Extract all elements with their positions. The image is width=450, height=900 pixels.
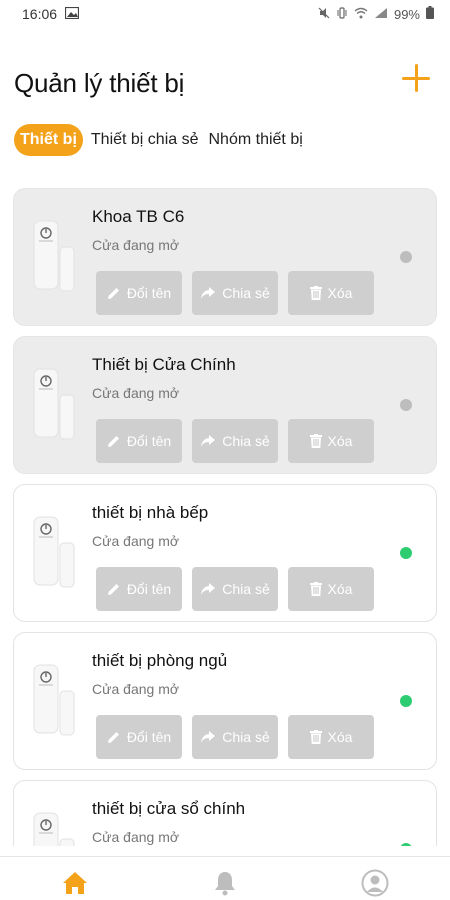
- delete-button[interactable]: Xóa: [288, 715, 374, 759]
- share-button[interactable]: Chia sẻ: [192, 419, 278, 463]
- delete-label: Xóa: [327, 285, 353, 301]
- battery-level: 99%: [393, 6, 420, 22]
- device-status: Cửa đang mở: [92, 829, 180, 845]
- bell-icon: [215, 872, 235, 896]
- device-name: thiết bị cửa sổ chính: [92, 799, 246, 818]
- share-icon: [200, 582, 216, 596]
- vibrate-icon: [336, 6, 348, 22]
- device-name: thiết bị nhà bếp: [92, 503, 209, 522]
- pencil-icon: [107, 730, 121, 744]
- image-icon: [64, 6, 80, 22]
- share-label: Chia sẻ: [222, 433, 270, 449]
- door-sensor-image: [26, 513, 84, 593]
- device-actions: Đổi tên Chia sẻ Xóa: [96, 567, 374, 611]
- share-button[interactable]: Chia sẻ: [192, 715, 278, 759]
- device-actions: Đổi tên Chia sẻ Xóa: [96, 715, 374, 759]
- device-card[interactable]: Khoa TB C6 Cửa đang mở Đổi tên Chia sẻ Xóa: [13, 188, 437, 326]
- rename-button[interactable]: Đổi tên: [96, 271, 182, 315]
- connection-status-dot: [400, 547, 412, 559]
- delete-label: Xóa: [327, 729, 353, 745]
- nav-home[interactable]: [60, 869, 90, 897]
- signal-icon: [374, 7, 388, 22]
- share-label: Chia sẻ: [222, 285, 270, 301]
- tab-shared-devices[interactable]: Thiết bị chia sẻ: [89, 125, 201, 155]
- share-button[interactable]: Chia sẻ: [192, 271, 278, 315]
- device-status: Cửa đang mở: [92, 533, 180, 549]
- delete-button[interactable]: Xóa: [288, 567, 374, 611]
- rename-label: Đổi tên: [126, 581, 172, 597]
- delete-label: Xóa: [327, 581, 353, 597]
- rename-label: Đổi tên: [126, 433, 172, 449]
- device-tabs: Thiết bị Thiết bị chia sẻ Nhóm thiết bị: [14, 124, 305, 156]
- status-time: 16:06: [22, 6, 58, 22]
- device-actions: Đổi tên Chia sẻ Xóa: [96, 419, 374, 463]
- mute-icon: [318, 7, 330, 22]
- door-sensor-image: [26, 365, 84, 445]
- nav-profile[interactable]: [360, 869, 390, 897]
- rename-button[interactable]: Đổi tên: [96, 419, 182, 463]
- header: Quản lý thiết bị: [0, 52, 450, 112]
- wifi-icon: [354, 7, 368, 22]
- door-sensor-image: [26, 661, 84, 741]
- device-list[interactable]: Khoa TB C6 Cửa đang mở Đổi tên Chia sẻ Xóa Th…: [13, 188, 437, 846]
- share-button[interactable]: Chia sẻ: [192, 567, 278, 611]
- share-icon: [200, 730, 216, 744]
- delete-button[interactable]: Xóa: [288, 419, 374, 463]
- trash-icon: [309, 730, 322, 744]
- connection-status-dot: [400, 843, 412, 846]
- device-status: Cửa đang mở: [92, 237, 180, 253]
- battery-icon: [426, 6, 434, 22]
- tab-devices[interactable]: Thiết bị: [14, 124, 83, 156]
- share-icon: [200, 286, 216, 300]
- share-label: Chia sẻ: [222, 581, 270, 597]
- device-card[interactable]: thiết bị nhà bếp Cửa đang mở Đổi tên Chia s…: [13, 484, 437, 622]
- device-card[interactable]: Thiết bị Cửa Chính Cửa đang mở Đổi tên Chia…: [13, 336, 437, 474]
- device-card[interactable]: thiết bị cửa sổ chínhCửa đang mởĐổi tênC…: [13, 780, 437, 846]
- share-icon: [200, 434, 216, 448]
- nav-notifications[interactable]: [210, 869, 240, 897]
- door-sensor-image: [26, 809, 84, 846]
- trash-icon: [309, 582, 322, 596]
- pencil-icon: [107, 434, 121, 448]
- trash-icon: [309, 286, 322, 300]
- device-status: Cửa đang mở: [92, 681, 180, 697]
- page-title: Quản lý thiết bị: [14, 68, 185, 98]
- add-device-button[interactable]: [396, 58, 436, 98]
- rename-button[interactable]: Đổi tên: [96, 567, 182, 611]
- connection-status-dot: [400, 251, 412, 263]
- device-card[interactable]: thiết bị phòng ngủ Cửa đang mở Đổi tên Chia…: [13, 632, 437, 770]
- device-status: Cửa đang mở: [92, 385, 180, 401]
- device-name: Thiết bị Cửa Chính: [92, 355, 236, 374]
- rename-button[interactable]: Đổi tên: [96, 715, 182, 759]
- bottom-nav: [0, 856, 450, 900]
- share-label: Chia sẻ: [222, 729, 270, 745]
- delete-button[interactable]: Xóa: [288, 271, 374, 315]
- device-actions: Đổi tên Chia sẻ Xóa: [96, 271, 374, 315]
- device-name: Khoa TB C6: [92, 207, 185, 226]
- rename-label: Đổi tên: [126, 285, 172, 301]
- status-bar: 16:06 99%: [0, 0, 450, 28]
- rename-label: Đổi tên: [126, 729, 172, 745]
- door-sensor-image: [26, 217, 84, 297]
- connection-status-dot: [400, 399, 412, 411]
- connection-status-dot: [400, 695, 412, 707]
- tab-device-groups[interactable]: Nhóm thiết bị: [207, 125, 305, 155]
- trash-icon: [309, 434, 322, 448]
- home-icon: [63, 872, 87, 894]
- device-name: thiết bị phòng ngủ: [92, 651, 228, 670]
- profile-icon: [361, 869, 389, 897]
- pencil-icon: [107, 582, 121, 596]
- pencil-icon: [107, 286, 121, 300]
- delete-label: Xóa: [327, 433, 353, 449]
